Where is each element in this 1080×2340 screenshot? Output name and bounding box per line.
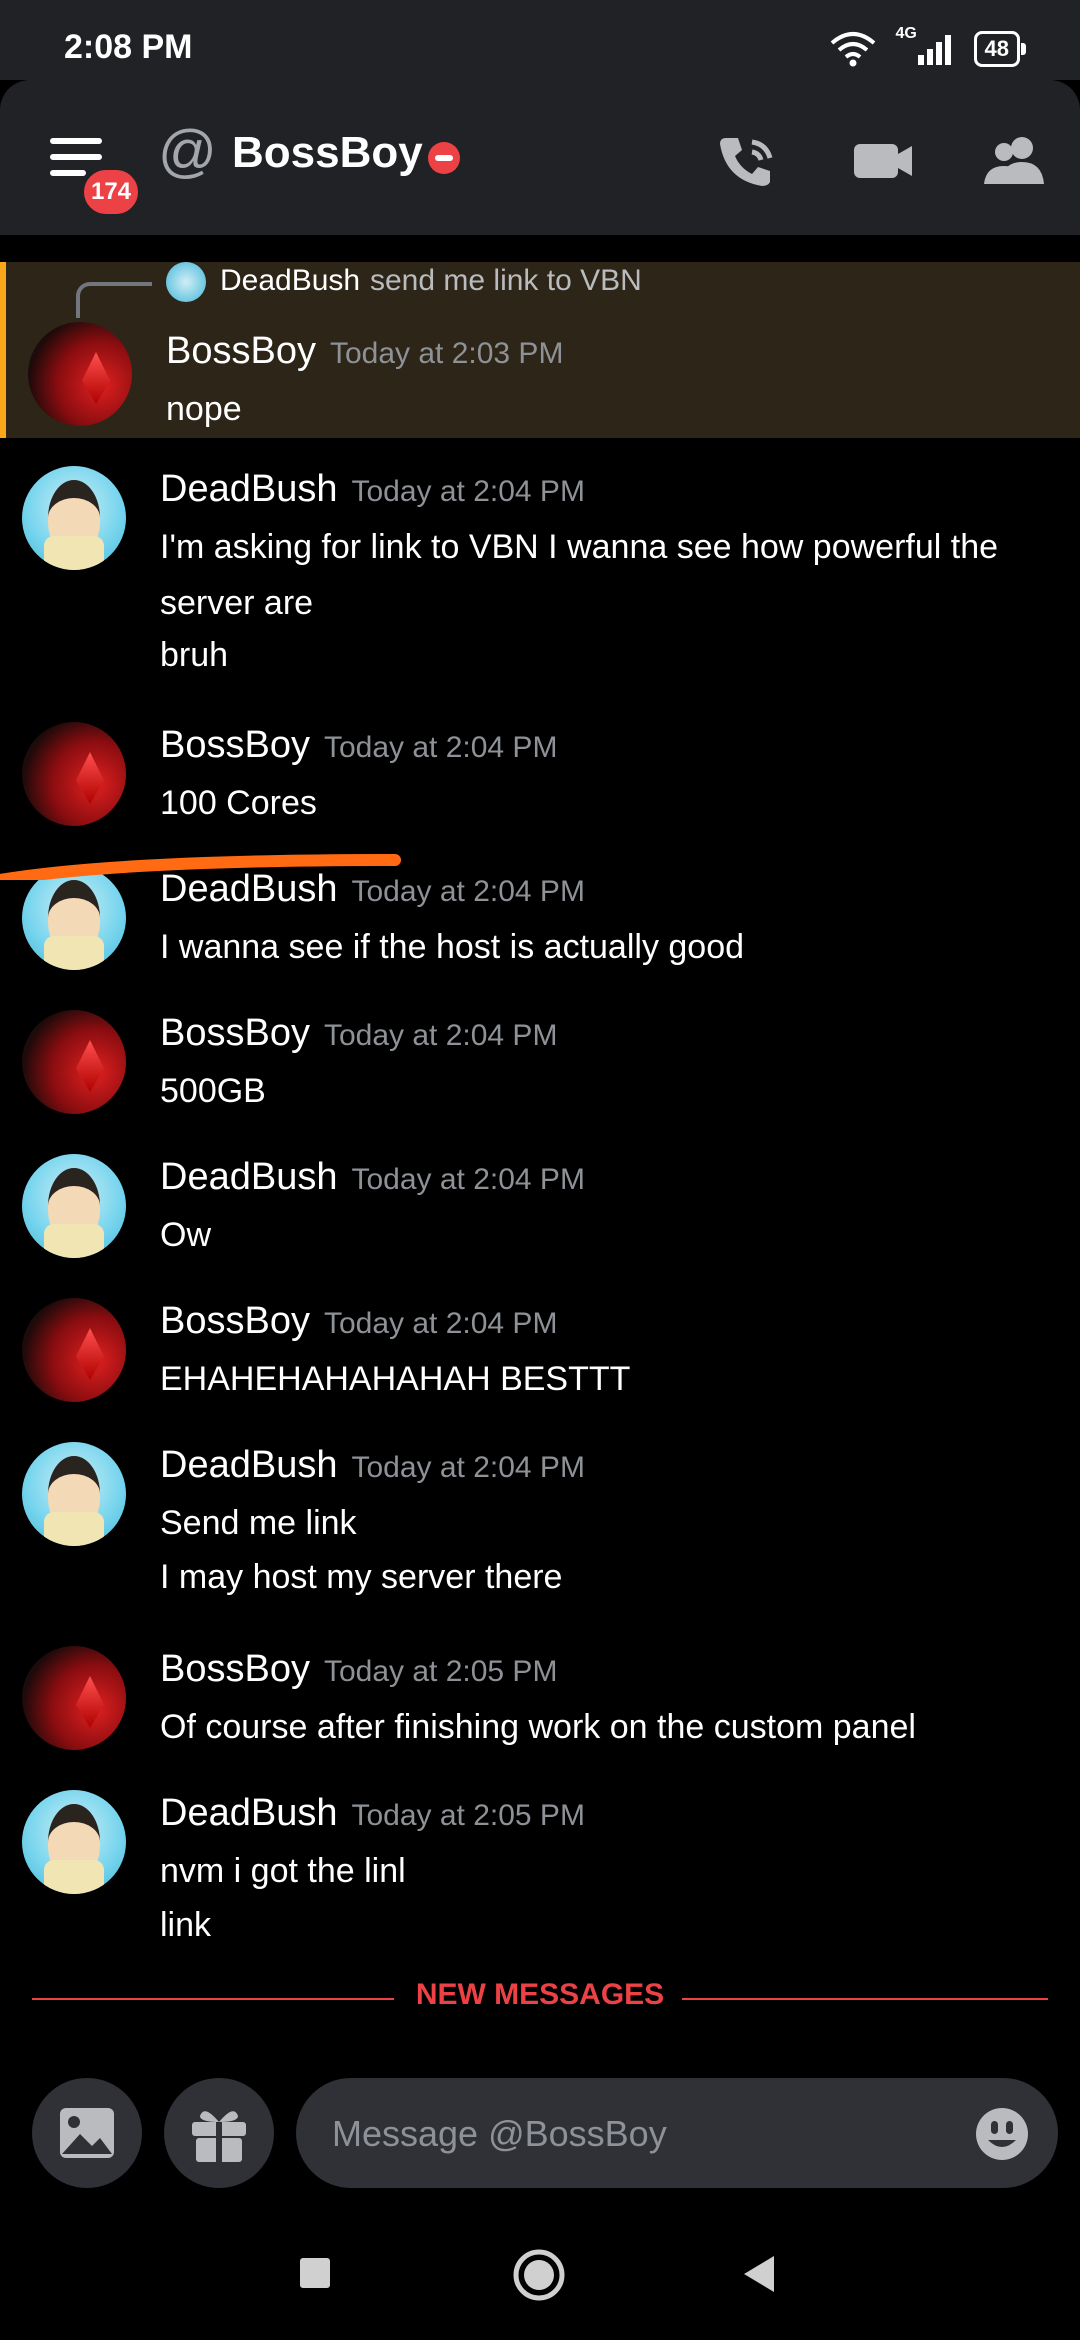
unread-badge: 174 bbox=[80, 166, 142, 218]
system-navigation-bar bbox=[0, 2210, 1080, 2340]
avatar[interactable] bbox=[22, 866, 126, 970]
message-text: 100 Cores bbox=[160, 784, 317, 822]
reply-text[interactable]: send me link to VBN bbox=[370, 264, 642, 298]
message-text: server are bbox=[160, 584, 314, 622]
message-text: nope bbox=[166, 390, 242, 428]
message-timestamp: Today at 2:04 PM bbox=[323, 1019, 558, 1052]
message-text: Send me link bbox=[160, 1504, 357, 1542]
message-timestamp: Today at 2:04 PM bbox=[351, 1451, 585, 1484]
avatar[interactable] bbox=[22, 1442, 126, 1546]
dm-header: 174 @ BossBoy bbox=[0, 80, 1080, 235]
gift-icon bbox=[192, 2111, 246, 2162]
annotation-stroke bbox=[0, 854, 401, 880]
message-text: 500GB bbox=[160, 1072, 266, 1110]
avatar[interactable] bbox=[22, 466, 126, 570]
message-timestamp: Today at 2:04 PM bbox=[323, 731, 558, 764]
message-timestamp: Today at 2:05 PM bbox=[351, 1799, 585, 1832]
do-not-disturb-status-icon bbox=[428, 142, 460, 174]
new-messages-divider: NEW MESSAGES bbox=[32, 1978, 1048, 2018]
emoji-icon[interactable] bbox=[974, 2106, 1030, 2162]
message-text: Ow bbox=[160, 1216, 211, 1254]
status-icons: 4G 48 bbox=[828, 24, 1027, 74]
message-text: bruh bbox=[160, 636, 229, 674]
message-item[interactable]: DeadBush send me link to VBN BossBoy Toda… bbox=[0, 262, 1080, 438]
message-timestamp: Today at 2:03 PM bbox=[329, 337, 564, 370]
message-timestamp: Today at 2:05 PM bbox=[323, 1655, 558, 1688]
new-messages-label: NEW MESSAGES bbox=[415, 1978, 665, 2011]
recent-apps-icon[interactable] bbox=[298, 2256, 332, 2290]
avatar[interactable] bbox=[22, 1298, 126, 1402]
voice-call-icon[interactable] bbox=[712, 132, 782, 188]
message-author[interactable]: DeadBush Today at 2:04 PM bbox=[160, 468, 585, 511]
battery-indicator: 48 bbox=[973, 31, 1027, 67]
reply-author[interactable]: DeadBush bbox=[220, 264, 360, 298]
message-author[interactable]: BossBoy Today at 2:05 PM bbox=[160, 1648, 557, 1691]
message-text: I'm asking for link to VBN I wanna see h… bbox=[160, 528, 999, 566]
message-timestamp: Today at 2:04 PM bbox=[351, 475, 585, 508]
signal-icon: 4G bbox=[896, 25, 956, 69]
message-text: I may host my server there bbox=[160, 1558, 563, 1596]
at-icon: @ bbox=[158, 119, 217, 184]
message-author[interactable]: BossBoy Today at 2:04 PM bbox=[160, 1012, 557, 1055]
message-author[interactable]: DeadBush Today at 2:04 PM bbox=[160, 1444, 585, 1487]
reply-avatar bbox=[166, 262, 206, 302]
wifi-icon bbox=[830, 32, 875, 67]
avatar[interactable] bbox=[22, 1010, 126, 1114]
message-text: link bbox=[160, 1906, 212, 1944]
status-bar: 2:08 PM 4G 48 bbox=[0, 0, 1080, 80]
message-text: nvm i got the linl bbox=[160, 1852, 406, 1890]
back-icon[interactable] bbox=[742, 2254, 778, 2294]
reply-connector bbox=[76, 282, 152, 318]
message-author[interactable]: DeadBush Today at 2:04 PM bbox=[160, 1156, 585, 1199]
message-input[interactable] bbox=[330, 2078, 934, 2190]
message-author[interactable]: BossBoy Today at 2:03 PM bbox=[166, 330, 563, 373]
attach-image-button[interactable] bbox=[32, 2078, 142, 2188]
message-composer[interactable] bbox=[296, 2078, 1058, 2190]
avatar[interactable] bbox=[22, 1790, 126, 1894]
dm-title[interactable]: BossBoy bbox=[232, 128, 423, 178]
home-icon[interactable] bbox=[512, 2248, 566, 2302]
video-call-icon[interactable] bbox=[848, 132, 918, 188]
status-time: 2:08 PM bbox=[64, 28, 193, 66]
avatar[interactable] bbox=[22, 722, 126, 826]
message-timestamp: Today at 2:04 PM bbox=[351, 1163, 585, 1196]
message-author[interactable]: BossBoy Today at 2:04 PM bbox=[160, 1300, 557, 1343]
message-timestamp: Today at 2:04 PM bbox=[323, 1307, 558, 1340]
avatar[interactable] bbox=[22, 1646, 126, 1750]
avatar[interactable] bbox=[22, 1154, 126, 1258]
message-text: EHAHEHAHAHAHAH BESTTT bbox=[160, 1360, 631, 1398]
image-icon bbox=[60, 2108, 114, 2158]
members-icon[interactable] bbox=[980, 132, 1050, 188]
message-author[interactable]: BossBoy Today at 2:04 PM bbox=[160, 724, 557, 767]
gift-button[interactable] bbox=[164, 2078, 274, 2188]
message-text: I wanna see if the host is actually good bbox=[160, 928, 745, 966]
message-author[interactable]: DeadBush Today at 2:05 PM bbox=[160, 1792, 585, 1835]
avatar[interactable] bbox=[28, 322, 132, 426]
message-text: Of course after finishing work on the cu… bbox=[160, 1708, 916, 1746]
